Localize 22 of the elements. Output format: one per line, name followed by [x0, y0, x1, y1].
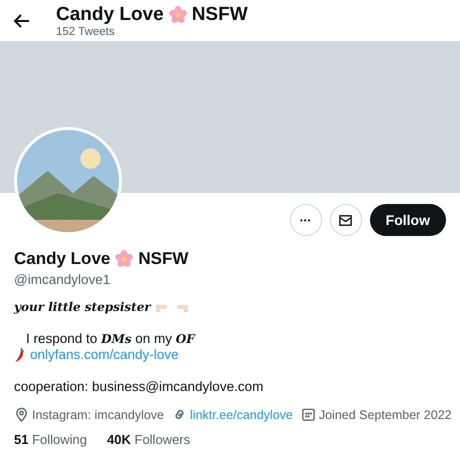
message-button[interactable]: [330, 204, 362, 236]
mail-icon: [338, 212, 354, 228]
follow-stat-link[interactable]: 51 Following: [14, 432, 88, 447]
bio-tagline: your little stepsister: [14, 299, 151, 315]
profile-name: Candy Love: [14, 249, 110, 269]
flower-icon: [115, 250, 134, 268]
location-pin-icon: [14, 407, 29, 422]
follow-stat-link[interactable]: 40K Followers: [107, 432, 190, 447]
profile-meta-text: Instagram: imcandylove: [32, 408, 164, 422]
profile-name-suffix: NSFW: [138, 249, 188, 269]
chili-pepper-icon: [14, 348, 26, 362]
bio-text: I respond to DMs on my OF: [26, 331, 195, 347]
profile-handle: @imcandylove1: [14, 272, 112, 287]
more-button[interactable]: •••: [290, 204, 322, 236]
bio-text: cooperation: business@imcandylove.com: [14, 379, 264, 395]
header-name: Candy Love: [56, 4, 164, 26]
follow-button[interactable]: Follow: [370, 204, 446, 236]
flower-icon: [168, 6, 187, 24]
tweet-count: 152 Tweets: [56, 26, 116, 38]
profile-meta-text: Joined September 2022: [318, 408, 452, 422]
header-name-suffix: NSFW: [192, 4, 248, 26]
calendar-icon: [300, 407, 316, 422]
